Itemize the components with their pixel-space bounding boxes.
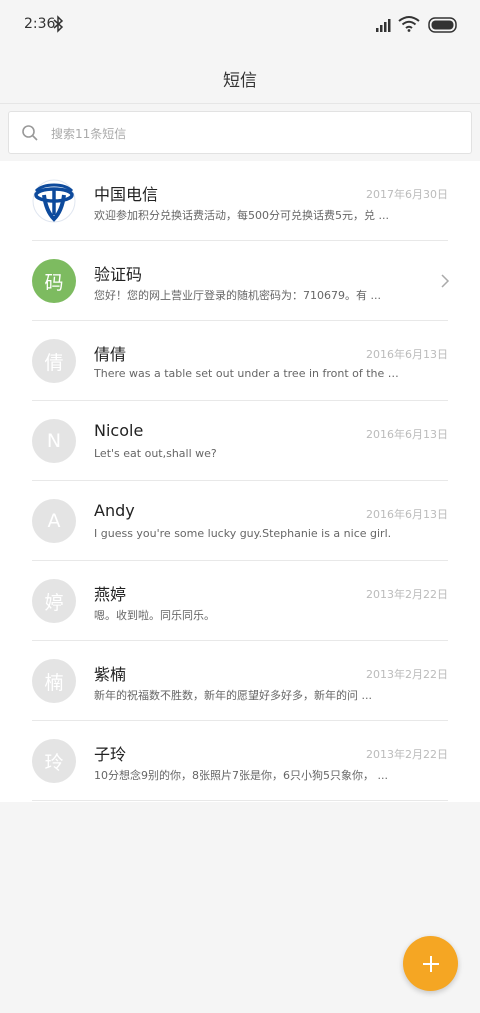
message-snippet: Let's eat out,shall we? <box>94 447 217 460</box>
status-bar: 2:36 <box>0 0 480 50</box>
avatar: 玲 <box>32 739 76 783</box>
avatar: 码 <box>32 259 76 303</box>
avatar: 倩 <box>32 339 76 383</box>
search-placeholder: 搜索11条短信 <box>51 127 127 141</box>
divider <box>32 800 448 801</box>
contact-name: Nicole <box>94 421 144 440</box>
search-icon <box>22 125 38 141</box>
plus-icon <box>422 955 439 972</box>
conversation-row[interactable]: N Nicole 2016年6月13日 Let's eat out,shall … <box>0 401 480 481</box>
message-snippet: 10分想念9别的你，8张照片7张是你，6只小狗5只象你， ... <box>94 769 388 782</box>
message-snippet: 您好！您的网上营业厅登录的随机密码为：710679。有 ... <box>94 289 381 302</box>
conversation-row[interactable]: A Andy 2016年6月13日 I guess you're some lu… <box>0 481 480 561</box>
avatar: A <box>32 499 76 543</box>
message-snippet: 欢迎参加积分兑换话费活动，每500分可兑换话费5元，兑 ... <box>94 209 389 222</box>
message-snippet: I guess you're some lucky guy.Stephanie … <box>94 527 392 540</box>
contact-name: 倩倩 <box>94 345 127 364</box>
conversation-row[interactable]: 码 验证码 您好！您的网上营业厅登录的随机密码为：710679。有 ... <box>0 241 480 321</box>
message-snippet: 嗯。收到啦。同乐同乐。 <box>94 609 215 622</box>
message-snippet: 新年的祝福数不胜数，新年的愿望好多好多，新年的问 ... <box>94 689 372 702</box>
avatar: N <box>32 419 76 463</box>
search-area: 搜索11条短信 <box>0 104 480 161</box>
wifi-icon <box>398 16 420 32</box>
contact-name: 子玲 <box>94 745 127 764</box>
conversation-list: 中国电信 2017年6月30日 欢迎参加积分兑换话费活动，每500分可兑换话费5… <box>0 161 480 802</box>
contact-name: 燕婷 <box>94 585 127 604</box>
contact-name: 验证码 <box>94 265 143 284</box>
message-date: 2017年6月30日 <box>366 188 448 201</box>
battery-icon <box>428 17 457 33</box>
conversation-row[interactable]: 玲 子玲 2013年2月22日 10分想念9别的你，8张照片7张是你，6只小狗5… <box>0 721 480 801</box>
new-message-button[interactable] <box>403 936 458 991</box>
message-date: 2016年6月13日 <box>366 348 448 361</box>
status-time: 2:36 <box>24 16 56 32</box>
telecom-logo-icon <box>32 179 76 223</box>
message-date: 2016年6月13日 <box>366 428 448 441</box>
chevron-right-icon[interactable] <box>440 273 450 289</box>
message-date: 2016年6月13日 <box>366 508 448 521</box>
signal-icon <box>376 19 391 32</box>
contact-name: Andy <box>94 501 135 520</box>
contact-name: 紫楠 <box>94 665 127 684</box>
message-date: 2013年2月22日 <box>366 588 448 601</box>
avatar: 楠 <box>32 659 76 703</box>
telecom-logo-avatar <box>32 179 76 223</box>
conversation-row[interactable]: 婷 燕婷 2013年2月22日 嗯。收到啦。同乐同乐。 <box>0 561 480 641</box>
conversation-row[interactable]: 倩 倩倩 2016年6月13日 There was a table set ou… <box>0 321 480 401</box>
contact-name: 中国电信 <box>94 185 159 204</box>
message-date: 2013年2月22日 <box>366 748 448 761</box>
message-date: 2013年2月22日 <box>366 668 448 681</box>
title-bar: 短信 <box>0 50 480 104</box>
conversation-row[interactable]: 楠 紫楠 2013年2月22日 新年的祝福数不胜数，新年的愿望好多好多，新年的问… <box>0 641 480 721</box>
bluetooth-icon <box>53 15 64 33</box>
search-input[interactable]: 搜索11条短信 <box>8 111 472 154</box>
page-title: 短信 <box>223 71 257 91</box>
avatar: 婷 <box>32 579 76 623</box>
conversation-row[interactable]: 中国电信 2017年6月30日 欢迎参加积分兑换话费活动，每500分可兑换话费5… <box>0 161 480 241</box>
message-snippet: There was a table set out under a tree i… <box>94 367 404 380</box>
